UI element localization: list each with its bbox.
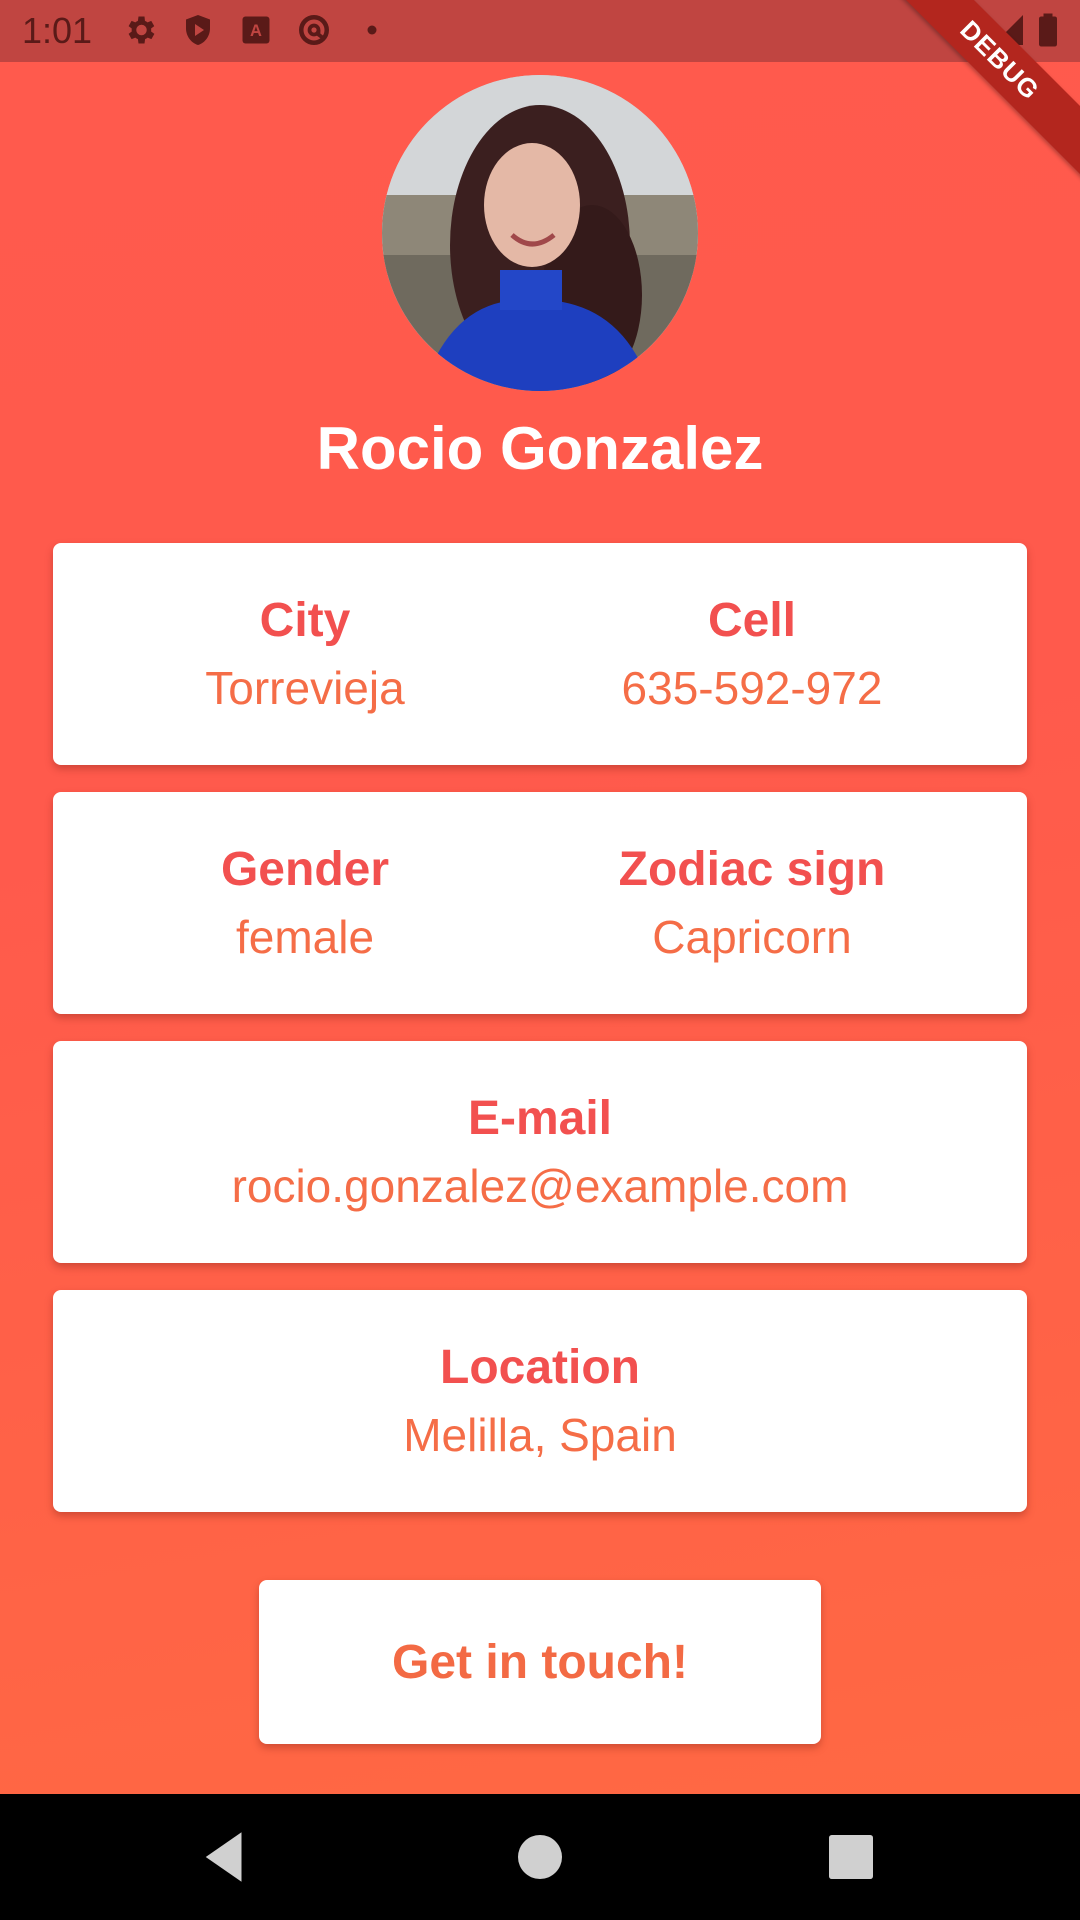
avatar [382,75,698,391]
app-screen: 1:01 A DEBUG Rocio Gonzalez City Torrevi… [0,0,1080,1920]
dot-icon [367,25,377,35]
cell-field: Cell 635-592-972 [519,543,985,765]
profile-photo [382,75,698,391]
city-label: City [259,594,351,647]
at-sign-icon [299,15,329,45]
status-time: 1:01 [22,10,93,51]
back-icon[interactable] [192,1824,258,1890]
email-field: E-mail rocio.gonzalez@example.com [53,1041,1027,1263]
home-icon[interactable] [507,1824,573,1890]
shield-play-icon [186,15,210,45]
gender-label: Gender [220,843,390,896]
user-name: Rocio Gonzalez [316,415,764,482]
city-field: City Torrevieja [53,543,557,765]
card-email: E-mail rocio.gonzalez@example.com [53,1041,1027,1263]
location-label: Location [440,1341,640,1394]
location-value: Melilla, Spain [403,1409,677,1461]
cell-label: Cell [707,594,797,647]
city-value: Torrevieja [205,662,405,714]
card-location: Location Melilla, Spain [53,1290,1027,1512]
get-in-touch-button[interactable]: Get in touch! [259,1580,821,1744]
battery-icon [1039,13,1057,47]
card-city-cell: City Torrevieja Cell 635-592-972 [53,543,1027,765]
cell-value: 635-592-972 [621,662,883,714]
recents-icon[interactable] [818,1824,884,1890]
zodiac-field: Zodiac sign Capricorn [519,792,985,1014]
gender-field: Gender female [53,792,557,1014]
gear-icon [128,16,155,44]
email-value: rocio.gonzalez@example.com [231,1160,849,1212]
location-field: Location Melilla, Spain [53,1290,1027,1512]
card-gender-zodiac: Gender female Zodiac sign Capricorn [53,792,1027,1014]
zodiac-value: Capricorn [652,911,852,963]
svg-text:A: A [250,22,262,40]
email-label: E-mail [467,1092,613,1145]
gender-value: female [235,911,375,963]
a-square-icon: A [242,16,270,44]
zodiac-label: Zodiac sign [618,843,886,896]
navigation-bar [0,1794,1080,1920]
